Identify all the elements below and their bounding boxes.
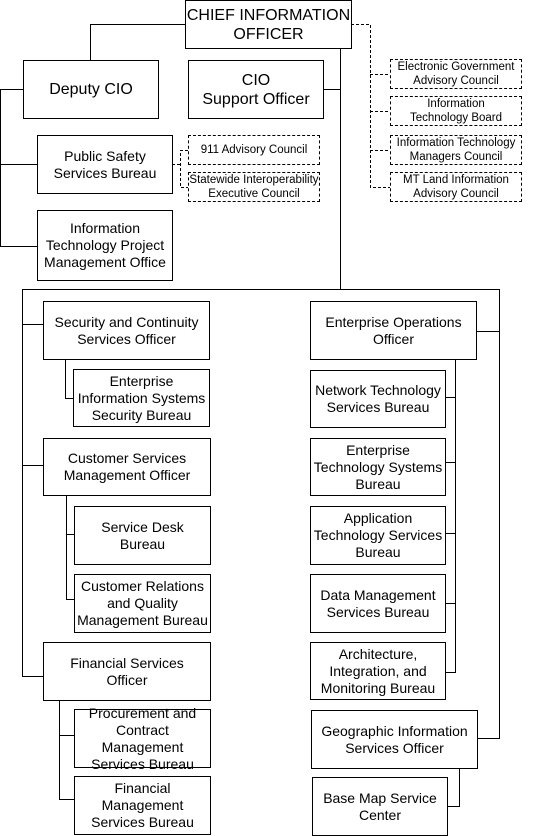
security-continuity-officer-box[interactable]: Security and Continuity Services Officer <box>43 301 210 360</box>
network-technology-bureau-box[interactable]: Network Technology Services Bureau <box>310 370 446 428</box>
customer-services-officer-box[interactable]: Customer Services Management Officer <box>43 438 211 496</box>
911-advisory-council-box[interactable]: 911 Advisory Council <box>188 135 320 165</box>
org-chart: CHIEF INFORMATION OFFICER Deputy CIO CIO… <box>0 0 557 836</box>
it-managers-council-box[interactable]: Information Technology Managers Council <box>390 135 522 165</box>
gis-officer-box[interactable]: Geographic Information Services Officer <box>311 710 478 769</box>
data-management-bureau-box[interactable]: Data Management Services Bureau <box>310 574 446 633</box>
base-map-service-center-box[interactable]: Base Map Service Center <box>312 777 448 836</box>
it-board-box[interactable]: Information Technology Board <box>390 96 522 126</box>
architecture-integration-bureau-box[interactable]: Architecture, Integration, and Monitorin… <box>310 642 446 700</box>
enterprise-operations-officer-box[interactable]: Enterprise Operations Officer <box>310 301 477 360</box>
service-desk-bureau-box[interactable]: Service Desk Bureau <box>74 506 211 565</box>
mt-land-info-council-box[interactable]: MT Land Information Advisory Council <box>390 172 522 202</box>
financial-management-bureau-box[interactable]: Financial Management Services Bureau <box>74 776 211 835</box>
application-technology-bureau-box[interactable]: Application Technology Services Bureau <box>310 506 446 565</box>
customer-relations-bureau-box[interactable]: Customer Relations and Quality Managemen… <box>74 574 211 633</box>
deputy-cio-box[interactable]: Deputy CIO <box>23 60 159 119</box>
egov-advisory-council-box[interactable]: Electronic Government Advisory Council <box>390 59 522 89</box>
public-safety-bureau-box[interactable]: Public Safety Services Bureau <box>37 135 173 194</box>
it-project-management-office-box[interactable]: Information Technology Project Managemen… <box>37 210 173 281</box>
procurement-bureau-box[interactable]: Procurement and Contract Management Serv… <box>74 705 211 772</box>
financial-services-officer-box[interactable]: Financial Services Officer <box>43 642 211 701</box>
statewide-interoperability-council-box[interactable]: Statewide Interoperability Executive Cou… <box>188 172 320 202</box>
cio-support-officer-box[interactable]: CIO Support Officer <box>188 60 324 119</box>
enterprise-technology-systems-bureau-box[interactable]: Enterprise Technology Systems Bureau <box>310 438 446 496</box>
chief-information-officer-box[interactable]: CHIEF INFORMATION OFFICER <box>185 0 352 49</box>
eiss-bureau-box[interactable]: Enterprise Information Systems Security … <box>73 369 210 427</box>
